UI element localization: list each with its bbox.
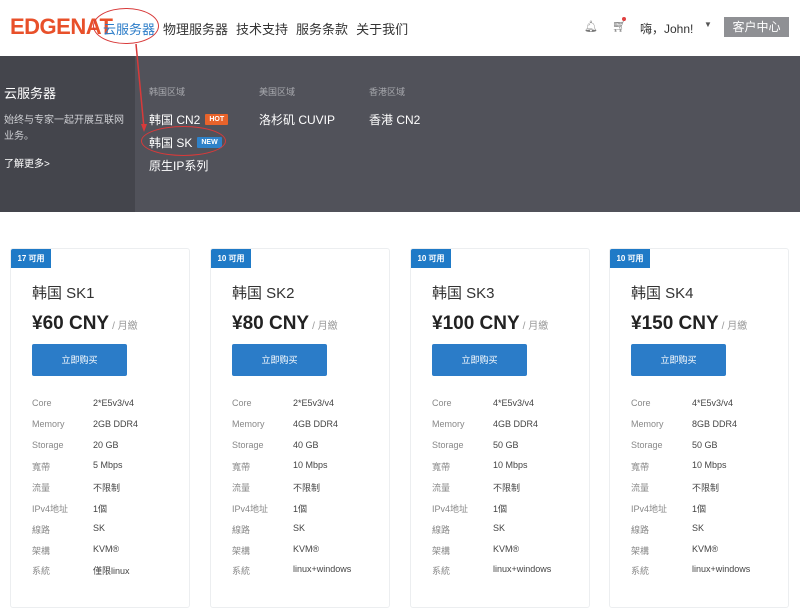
plan-card-sk1: 17 可用 韩国 SK1 ¥60 CNY / 月繳 立即购买 Core 2*E5v3… bbox=[10, 248, 190, 608]
price-row: ¥60 CNY / 月繳 bbox=[32, 313, 138, 335]
spec-row: 系統 linux+windows bbox=[232, 564, 352, 577]
spec-row: Storage 50 GB bbox=[432, 439, 519, 450]
buy-now-button[interactable]: 立即购买 bbox=[432, 344, 527, 376]
spec-row: 流量 不限制 bbox=[631, 483, 720, 494]
plan-card-sk4: 10 可用 韩国 SK4 ¥150 CNY / 月繳 立即购买 Core 4*E5v… bbox=[609, 248, 789, 608]
spec-row: 流量 不限制 bbox=[232, 483, 321, 494]
buy-now-button[interactable]: 立即购买 bbox=[631, 344, 726, 376]
spec-row: Storage 40 GB bbox=[232, 439, 319, 450]
spec-row: IPv4地址 1個 bbox=[232, 503, 308, 514]
plan-price: ¥100 CNY bbox=[432, 313, 520, 334]
plan-price: ¥60 CNY bbox=[32, 313, 110, 334]
menu-item-label: 原生IP系列 bbox=[149, 159, 209, 173]
buy-now-button[interactable]: 立即购买 bbox=[232, 344, 327, 376]
spec-row: 系統 linux+windows bbox=[631, 564, 751, 577]
billing-period: / 月繳 bbox=[112, 321, 138, 332]
spec-row: 寬帶 10 Mbps bbox=[432, 460, 528, 473]
plan-name: 韩国 SK2 bbox=[232, 285, 295, 302]
menu-item-hk-cn2[interactable]: 香港 CN2 bbox=[369, 108, 420, 131]
spec-row: IPv4地址 1個 bbox=[32, 503, 108, 514]
spec-row: 架構 KVM® bbox=[432, 543, 520, 556]
spec-list: Core 2*E5v3/v4 Memory 2GB DDR4 Storage 20 G… bbox=[32, 398, 182, 585]
spec-row: 線路 SK bbox=[432, 522, 506, 535]
price-row: ¥80 CNY / 月繳 bbox=[232, 313, 338, 335]
region-heading: 香港区域 bbox=[369, 87, 406, 97]
spec-row: Core 2*E5v3/v4 bbox=[32, 398, 135, 408]
spec-list: Core 4*E5v3/v4 Memory 8GB DDR4 Storage 50 G… bbox=[631, 398, 781, 585]
nav-about[interactable]: 关于我们 bbox=[356, 19, 408, 38]
nav-terms[interactable]: 服务条款 bbox=[296, 19, 348, 38]
plan-card-sk2: 10 可用 韩国 SK2 ¥80 CNY / 月繳 立即购买 Core 2*E5v3… bbox=[210, 248, 390, 608]
learn-more-link[interactable]: 了解更多> bbox=[4, 155, 50, 170]
spec-row: 架構 KVM® bbox=[631, 543, 719, 556]
chevron-down-icon[interactable]: ▼ bbox=[704, 20, 712, 29]
spec-row: 寬帶 5 Mbps bbox=[32, 460, 123, 473]
spec-row: 線路 SK bbox=[32, 522, 106, 535]
spec-row: 流量 不限制 bbox=[32, 483, 121, 494]
plan-name: 韩国 SK1 bbox=[32, 285, 95, 302]
nav-tech-support[interactable]: 技术支持 bbox=[236, 19, 288, 38]
availability-badge: 10 可用 bbox=[411, 249, 451, 268]
highlight-circle bbox=[141, 126, 226, 156]
spec-row: Memory 4GB DDR4 bbox=[432, 418, 539, 429]
nav-cloud-servers[interactable]: 云服务器 bbox=[103, 19, 155, 38]
billing-period: / 月繳 bbox=[312, 321, 338, 332]
spec-row: Memory 8GB DDR4 bbox=[631, 418, 738, 429]
availability-badge: 10 可用 bbox=[211, 249, 251, 268]
spec-row: Memory 4GB DDR4 bbox=[232, 418, 339, 429]
user-greeting[interactable]: 嗨，John! bbox=[640, 20, 693, 37]
spec-row: 架構 KVM® bbox=[32, 543, 120, 556]
plan-card-sk3: 10 可用 韩国 SK3 ¥100 CNY / 月繳 立即购买 Core 4*E5v… bbox=[410, 248, 590, 608]
plan-name: 韩国 SK3 bbox=[432, 285, 495, 302]
spec-list: Core 4*E5v3/v4 Memory 4GB DDR4 Storage 50 G… bbox=[432, 398, 582, 585]
top-header: EDGENAT 云服务器 物理服务器 技术支持 服务条款 关于我们 🔔︎ 🛒︎ … bbox=[0, 0, 800, 56]
client-center-button[interactable]: 客户中心 bbox=[724, 17, 789, 37]
main-nav: 云服务器 物理服务器 技术支持 服务条款 关于我们 bbox=[103, 19, 408, 38]
spec-list: Core 2*E5v3/v4 Memory 4GB DDR4 Storage 40 G… bbox=[232, 398, 382, 585]
spec-row: 系統 linux+windows bbox=[432, 564, 552, 577]
spec-row: 流量 不限制 bbox=[432, 483, 521, 494]
price-row: ¥150 CNY / 月繳 bbox=[631, 313, 747, 335]
spec-row: 線路 SK bbox=[631, 522, 705, 535]
spec-row: Core 4*E5v3/v4 bbox=[631, 398, 734, 408]
spec-row: 系統 僅限linux bbox=[32, 566, 130, 577]
spec-row: IPv4地址 1個 bbox=[631, 503, 707, 514]
menu-item-label: 洛杉矶 CUVIP bbox=[259, 113, 336, 127]
billing-period: / 月繳 bbox=[522, 321, 549, 332]
spec-row: 寬帶 10 Mbps bbox=[232, 460, 328, 473]
price-row: ¥100 CNY / 月繳 bbox=[432, 313, 548, 335]
spec-row: Core 2*E5v3/v4 bbox=[232, 398, 335, 408]
plan-name: 韩国 SK4 bbox=[631, 285, 694, 302]
region-usa: 美国区域 洛杉矶 CUVIP bbox=[259, 85, 335, 131]
availability-badge: 10 可用 bbox=[610, 249, 650, 268]
cart-icon[interactable]: 🛒︎ bbox=[612, 19, 627, 33]
menu-item-la-cuvip[interactable]: 洛杉矶 CUVIP bbox=[259, 108, 335, 131]
buy-now-button[interactable]: 立即购买 bbox=[32, 344, 127, 376]
spec-row: Core 4*E5v3/v4 bbox=[432, 398, 535, 408]
menu-item-native-ip[interactable]: 原生IP系列 bbox=[149, 154, 228, 177]
spec-row: IPv4地址 1個 bbox=[432, 503, 508, 514]
spec-row: 線路 SK bbox=[232, 522, 306, 535]
cart-notification-dot bbox=[622, 17, 626, 21]
region-heading: 美国区域 bbox=[259, 87, 296, 97]
plan-price: ¥80 CNY bbox=[232, 313, 310, 334]
menu-item-label: 香港 CN2 bbox=[369, 113, 421, 127]
region-hongkong: 香港区域 香港 CN2 bbox=[369, 85, 420, 131]
availability-badge: 17 可用 bbox=[11, 249, 51, 268]
spec-row: 架構 KVM® bbox=[232, 543, 320, 556]
plan-price: ¥150 CNY bbox=[631, 313, 719, 334]
spec-row: Storage 50 GB bbox=[631, 439, 718, 450]
dropdown-description: 始终与专家一起开展互联网业务。 bbox=[4, 115, 124, 142]
spec-row: 寬帶 10 Mbps bbox=[631, 460, 727, 473]
billing-period: / 月繳 bbox=[721, 321, 748, 332]
hot-badge: HOT bbox=[205, 114, 229, 125]
spec-row: Storage 20 GB bbox=[32, 439, 119, 450]
dropdown-intro: 云服务器 始终与专家一起开展互联网业务。 了解更多> bbox=[0, 56, 135, 212]
cloud-dropdown-menu: 云服务器 始终与专家一起开展互联网业务。 了解更多> 韩国区域 韩国 CN2 H… bbox=[0, 56, 800, 212]
spec-row: Memory 2GB DDR4 bbox=[32, 418, 139, 429]
bell-icon[interactable]: 🔔︎ bbox=[584, 20, 598, 33]
region-heading: 韩国区域 bbox=[149, 87, 186, 97]
nav-physical-servers[interactable]: 物理服务器 bbox=[163, 19, 228, 38]
dropdown-title: 云服务器 bbox=[4, 86, 57, 101]
